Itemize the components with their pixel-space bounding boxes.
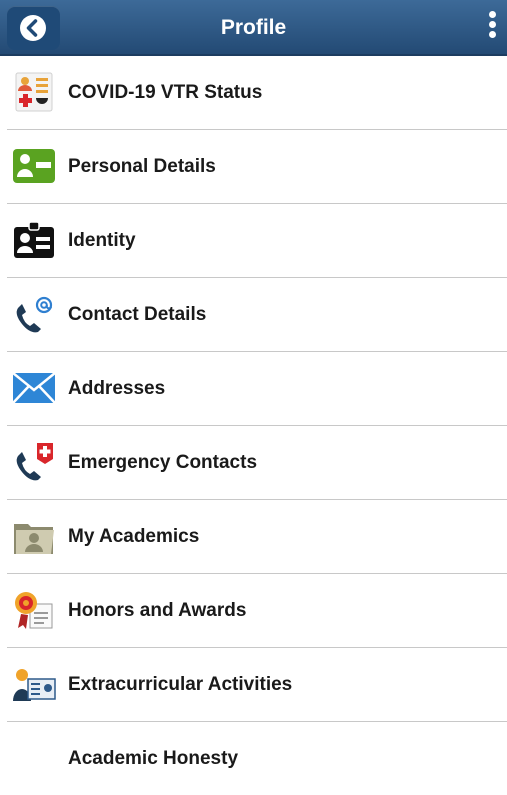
list-item-academic-honesty[interactable]: Academic Honesty [7,722,507,795]
list-item-honors-awards[interactable]: Honors and Awards [7,574,507,648]
list-item-label: COVID-19 VTR Status [68,82,263,103]
list-item-identity[interactable]: Identity [7,204,507,278]
list-item-label: My Academics [68,526,200,547]
list-item-label: Extracurricular Activities [68,674,293,695]
list-item-label: Honors and Awards [68,600,247,621]
list-item-contact-details[interactable]: Contact Details [7,278,507,352]
more-vertical-icon[interactable] [487,11,497,43]
list-item-label: Identity [68,230,136,251]
list-item-covid-status[interactable]: COVID-19 VTR Status [7,56,507,130]
identity-badge-icon [12,220,56,260]
id-card-icon [12,146,56,186]
list-item-label: Addresses [68,378,166,399]
list-item-addresses[interactable]: Addresses [7,352,507,426]
list-item-label: Contact Details [68,304,207,325]
envelope-icon [12,368,56,408]
list-item-extracurricular[interactable]: Extracurricular Activities [7,648,507,722]
page-title: Profile [220,16,287,39]
presentation-person-icon [12,664,56,704]
award-ribbon-icon [12,590,56,630]
profile-menu-list: COVID-19 VTR Status Personal Details Ide [0,56,507,795]
list-item-label: Personal Details [68,156,216,177]
header-bar: Profile [0,0,507,56]
list-item-label: Academic Honesty [68,748,239,769]
list-item-emergency-contacts[interactable]: Emergency Contacts [7,426,507,500]
phone-email-icon [12,294,56,334]
phone-emergency-icon [12,442,56,482]
covid-status-icon [12,72,56,112]
list-item-personal-details[interactable]: Personal Details [7,130,507,204]
list-item-label: Emergency Contacts [68,452,258,473]
folder-person-icon [12,516,56,556]
list-item-my-academics[interactable]: My Academics [7,500,507,574]
